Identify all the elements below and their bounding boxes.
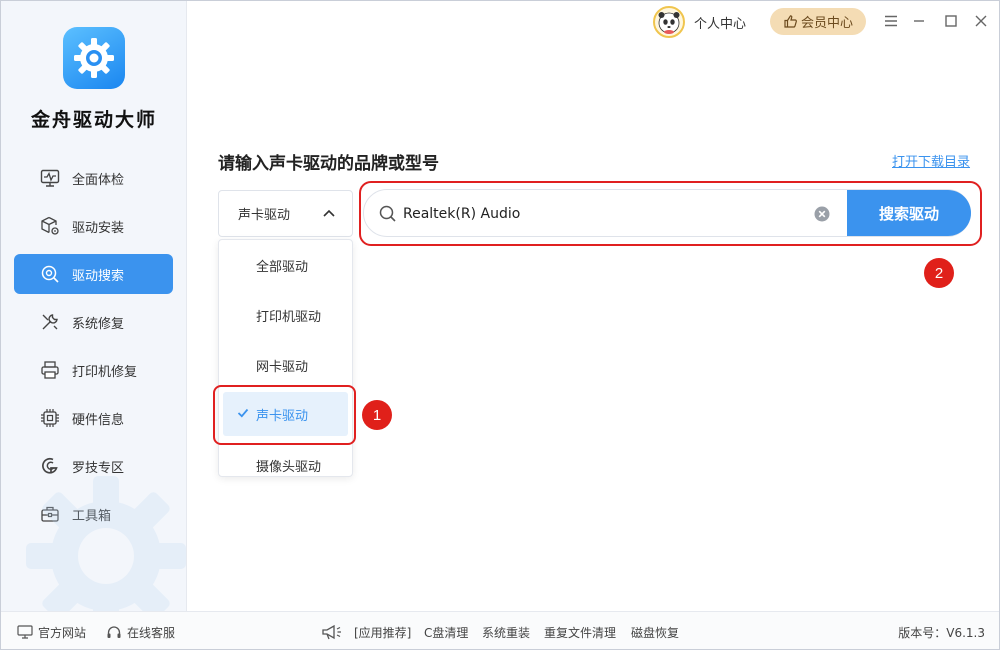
hamburger-icon bbox=[885, 15, 897, 27]
status-bar: 官方网站 在线客服 [应用推荐] C盘清理 系统重装 重复文件清理 磁盘恢复 版… bbox=[1, 611, 999, 649]
headset-icon bbox=[107, 625, 121, 638]
minimize-button[interactable] bbox=[909, 11, 929, 31]
sidebar-item-label: 全面体检 bbox=[72, 172, 125, 188]
menu-button[interactable] bbox=[881, 11, 901, 31]
sidebar-item-label: 系统修复 bbox=[72, 316, 125, 332]
dropdown-option-label: 打印机驱动 bbox=[256, 309, 322, 325]
sidebar-item-system-repair[interactable]: 系统修复 bbox=[14, 302, 173, 342]
clear-icon[interactable] bbox=[814, 206, 830, 222]
dropdown-option-all[interactable]: 全部驱动 bbox=[219, 243, 352, 287]
version-label: 版本号：V6.1.3 bbox=[898, 626, 985, 640]
megaphone-icon bbox=[322, 624, 341, 640]
search-driver-button[interactable]: 搜索驱动 bbox=[847, 190, 971, 236]
sidebar-item-driver-search[interactable]: 驱动搜索 bbox=[14, 254, 173, 294]
monitor-icon bbox=[17, 625, 33, 639]
sidebar-item-label: 打印机修复 bbox=[72, 364, 138, 380]
member-center-label: 会员中心 bbox=[800, 16, 853, 31]
dropdown-option-label: 摄像头驱动 bbox=[256, 459, 322, 475]
minimize-icon bbox=[914, 20, 924, 22]
chevron-up-icon bbox=[323, 209, 335, 217]
checkmark-icon bbox=[237, 408, 249, 418]
sidebar: 金舟驱动大师 全面体检 驱动安装 驱动搜索 系统修复 打印机修复 硬件信息 罗技… bbox=[1, 1, 187, 611]
monitor-check-icon bbox=[39, 167, 61, 189]
app-recommend-label: [应用推荐] bbox=[354, 625, 412, 640]
app-recommend: [应用推荐] bbox=[321, 612, 412, 649]
printer-icon bbox=[39, 359, 61, 381]
member-center-button[interactable]: 会员中心 bbox=[770, 8, 866, 35]
app-window: 金舟驱动大师 全面体检 驱动安装 驱动搜索 系统修复 打印机修复 硬件信息 罗技… bbox=[0, 0, 1000, 650]
sidebar-item-printer-repair[interactable]: 打印机修复 bbox=[14, 350, 173, 390]
online-service-link[interactable]: 在线客服 bbox=[106, 612, 176, 649]
online-service-label: 在线客服 bbox=[127, 625, 176, 640]
driver-type-select[interactable]: 声卡驱动 bbox=[218, 190, 353, 237]
close-icon bbox=[975, 15, 987, 27]
link-disk-recovery[interactable]: 磁盘恢复 bbox=[631, 612, 679, 649]
search-icon bbox=[379, 205, 396, 222]
driver-type-dropdown: 全部驱动 打印机驱动 网卡驱动 声卡驱动 摄像头驱动 bbox=[218, 239, 353, 477]
page-title: 请输入声卡驱动的品牌或型号 bbox=[218, 154, 439, 174]
driver-type-selected-value: 声卡驱动 bbox=[238, 208, 291, 223]
chip-icon bbox=[39, 407, 61, 429]
panda-avatar-icon bbox=[658, 12, 680, 34]
app-name: 金舟驱动大师 bbox=[30, 109, 157, 131]
sidebar-item-hardware-info[interactable]: 硬件信息 bbox=[14, 398, 173, 438]
dropdown-option-printer[interactable]: 打印机驱动 bbox=[219, 293, 352, 337]
dropdown-option-label: 全部驱动 bbox=[256, 259, 309, 275]
dropdown-option-sound[interactable]: 声卡驱动 bbox=[223, 392, 348, 436]
search-input[interactable] bbox=[403, 200, 803, 228]
sidebar-item-full-check[interactable]: 全面体检 bbox=[14, 158, 173, 198]
cube-gear-icon bbox=[39, 215, 61, 237]
close-button[interactable] bbox=[971, 11, 991, 31]
sidebar-item-driver-install[interactable]: 驱动安装 bbox=[14, 206, 173, 246]
dropdown-option-camera[interactable]: 摄像头驱动 bbox=[219, 443, 352, 476]
sidebar-item-label: 硬件信息 bbox=[72, 412, 125, 428]
annotation-badge-1: 1 bbox=[362, 400, 392, 430]
app-logo bbox=[63, 27, 125, 89]
wrench-screwdriver-icon bbox=[39, 311, 61, 333]
official-site-link[interactable]: 官方网站 bbox=[17, 612, 87, 649]
link-system-reinstall[interactable]: 系统重装 bbox=[482, 612, 530, 649]
dropdown-option-label: 网卡驱动 bbox=[256, 359, 309, 375]
sidebar-item-label: 驱动搜索 bbox=[72, 268, 125, 284]
search-gear-icon bbox=[39, 263, 61, 285]
official-site-label: 官方网站 bbox=[38, 625, 87, 640]
avatar[interactable] bbox=[653, 6, 685, 38]
personal-center-link[interactable]: 个人中心 bbox=[694, 13, 746, 32]
thumbs-up-icon bbox=[784, 15, 797, 28]
annotation-badge-2: 2 bbox=[924, 258, 954, 288]
sidebar-item-label: 驱动安装 bbox=[72, 220, 125, 236]
open-download-folder-link[interactable]: 打开下载目录 bbox=[892, 151, 970, 170]
link-c-drive-clean[interactable]: C盘清理 bbox=[424, 612, 468, 649]
maximize-icon bbox=[945, 15, 957, 27]
dropdown-option-label: 声卡驱动 bbox=[256, 408, 309, 424]
background-gear-icon bbox=[26, 476, 186, 611]
link-duplicate-file-clean[interactable]: 重复文件清理 bbox=[544, 612, 616, 649]
gear-icon bbox=[74, 38, 114, 78]
maximize-button[interactable] bbox=[941, 11, 961, 31]
dropdown-option-network[interactable]: 网卡驱动 bbox=[219, 343, 352, 387]
